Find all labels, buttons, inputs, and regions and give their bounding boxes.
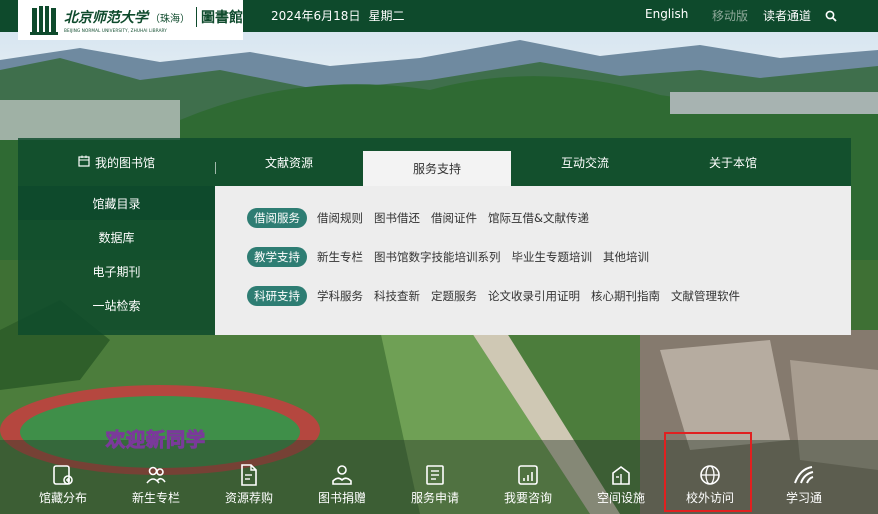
building-icon	[612, 466, 630, 485]
date-text: 2024年6月18日	[271, 9, 361, 23]
tab-label: 服务支持	[412, 162, 461, 176]
nav-label: 我要咨询	[503, 491, 552, 505]
service-row-research: 科研支持 学科服务 科技查新 定题服务 论文收录引用证明 核心期刊指南 文献管理…	[247, 286, 751, 306]
main-tabs: 我的图书馆 文献资源 服务支持 互动交流 关于本馆	[18, 138, 851, 186]
logo-university: 北京师范大学	[64, 10, 148, 26]
nav-label: 馆藏分布	[38, 491, 87, 505]
tab-label: 文献资源	[264, 155, 313, 170]
service-link[interactable]: 新生专栏	[317, 249, 363, 265]
logo-campus: （珠海）	[150, 14, 190, 25]
service-link[interactable]: 借阅证件	[431, 210, 477, 226]
tab-resources[interactable]: 文献资源	[215, 138, 363, 186]
service-link[interactable]: 核心期刊指南	[591, 288, 660, 304]
menu-item-catalog[interactable]: 馆藏目录	[18, 186, 215, 220]
nav-book-donation[interactable]: 图书捐赠	[302, 460, 382, 514]
tab-label: 我的图书馆	[94, 155, 155, 170]
nav-label: 学习通	[785, 491, 822, 505]
service-link[interactable]: 定题服务	[431, 288, 477, 304]
service-row-borrowing: 借阅服务 借阅规则 图书借还 借阅证件 馆际互借&文献传递	[247, 208, 600, 228]
english-link[interactable]: English	[645, 7, 688, 21]
tab-about[interactable]: 关于本馆	[659, 138, 807, 186]
service-link[interactable]: 学科服务	[317, 288, 363, 304]
logo-library: 圖書館	[196, 7, 243, 27]
book-icon	[426, 465, 444, 485]
menu-item-database[interactable]: 数据库	[18, 220, 215, 254]
nav-service-application[interactable]: 服务申请	[395, 460, 475, 514]
service-link[interactable]: 文献管理软件	[671, 288, 740, 304]
nav-facilities[interactable]: 空间设施	[581, 460, 661, 514]
menu-item-onestop-search[interactable]: 一站检索	[18, 288, 215, 322]
nav-label: 空间设施	[596, 491, 645, 505]
welcome-banner: 欢迎新同学	[105, 429, 207, 452]
collection-icon	[53, 465, 73, 485]
xuexitong-icon	[794, 466, 814, 484]
service-link[interactable]: 图书馆数字技能培训系列	[374, 249, 501, 265]
service-row-teaching: 教学支持 新生专栏 图书馆数字技能培训系列 毕业生专题培训 其他培训	[247, 247, 660, 267]
users-icon	[146, 466, 166, 484]
service-link[interactable]: 毕业生专题培训	[512, 249, 593, 265]
services-panel: 我的图书馆 文献资源 服务支持 互动交流 关于本馆 馆藏目录 数据库 电子期刊 …	[18, 138, 851, 335]
menu-item-ejournals[interactable]: 电子期刊	[18, 254, 215, 288]
calendar-icon	[78, 155, 90, 170]
service-link[interactable]: 科技查新	[374, 288, 420, 304]
tab-label: 关于本馆	[708, 155, 757, 170]
consult-icon	[518, 465, 538, 485]
highlight-box	[664, 432, 752, 512]
logo-english: BEIJING NORMAL UNIVERSITY, ZHUHAI LIBRAR…	[64, 28, 167, 33]
nav-xuexitong[interactable]: 学习通	[764, 460, 844, 514]
search-icon[interactable]	[825, 7, 837, 26]
service-link[interactable]: 馆际互借&文献传递	[488, 210, 589, 226]
service-link[interactable]: 论文收录引用证明	[488, 288, 580, 304]
tab-my-library[interactable]: 我的图书馆	[18, 138, 215, 186]
nav-label: 新生专栏	[131, 491, 180, 505]
mobile-version-link[interactable]: 移动版	[712, 7, 748, 24]
category-badge: 科研支持	[247, 286, 307, 306]
category-badge: 借阅服务	[247, 208, 307, 228]
reader-portal-link[interactable]: 读者通道	[763, 7, 811, 24]
document-icon	[241, 464, 257, 486]
nav-consultation[interactable]: 我要咨询	[488, 460, 568, 514]
weekday-text: 星期二	[368, 9, 405, 23]
service-link[interactable]: 借阅规则	[317, 210, 363, 226]
nav-label: 资源荐购	[224, 491, 273, 505]
nav-collection-distribution[interactable]: 馆藏分布	[23, 460, 103, 514]
nav-resource-recommend[interactable]: 资源荐购	[209, 460, 289, 514]
logo-emblem-icon	[30, 6, 58, 35]
donate-icon	[332, 465, 352, 485]
nav-freshmen[interactable]: 新生专栏	[116, 460, 196, 514]
tab-services[interactable]: 服务支持	[363, 151, 511, 186]
library-logo[interactable]: 北京师范大学 （珠海） 圖書館 BEIJING NORMAL UNIVERSIT…	[18, 0, 243, 40]
service-link[interactable]: 图书借还	[374, 210, 420, 226]
left-menu: 馆藏目录 数据库 电子期刊 一站检索	[18, 186, 215, 335]
current-date: 2024年6月18日 星期二	[271, 7, 404, 24]
services-content: 借阅服务 借阅规则 图书借还 借阅证件 馆际互借&文献传递 教学支持 新生专栏 …	[215, 186, 851, 335]
nav-label: 图书捐赠	[317, 491, 366, 505]
tab-interaction[interactable]: 互动交流	[511, 138, 659, 186]
tab-label: 互动交流	[560, 155, 609, 170]
nav-label: 服务申请	[410, 491, 459, 505]
service-link[interactable]: 其他培训	[603, 249, 649, 265]
category-badge: 教学支持	[247, 247, 307, 267]
